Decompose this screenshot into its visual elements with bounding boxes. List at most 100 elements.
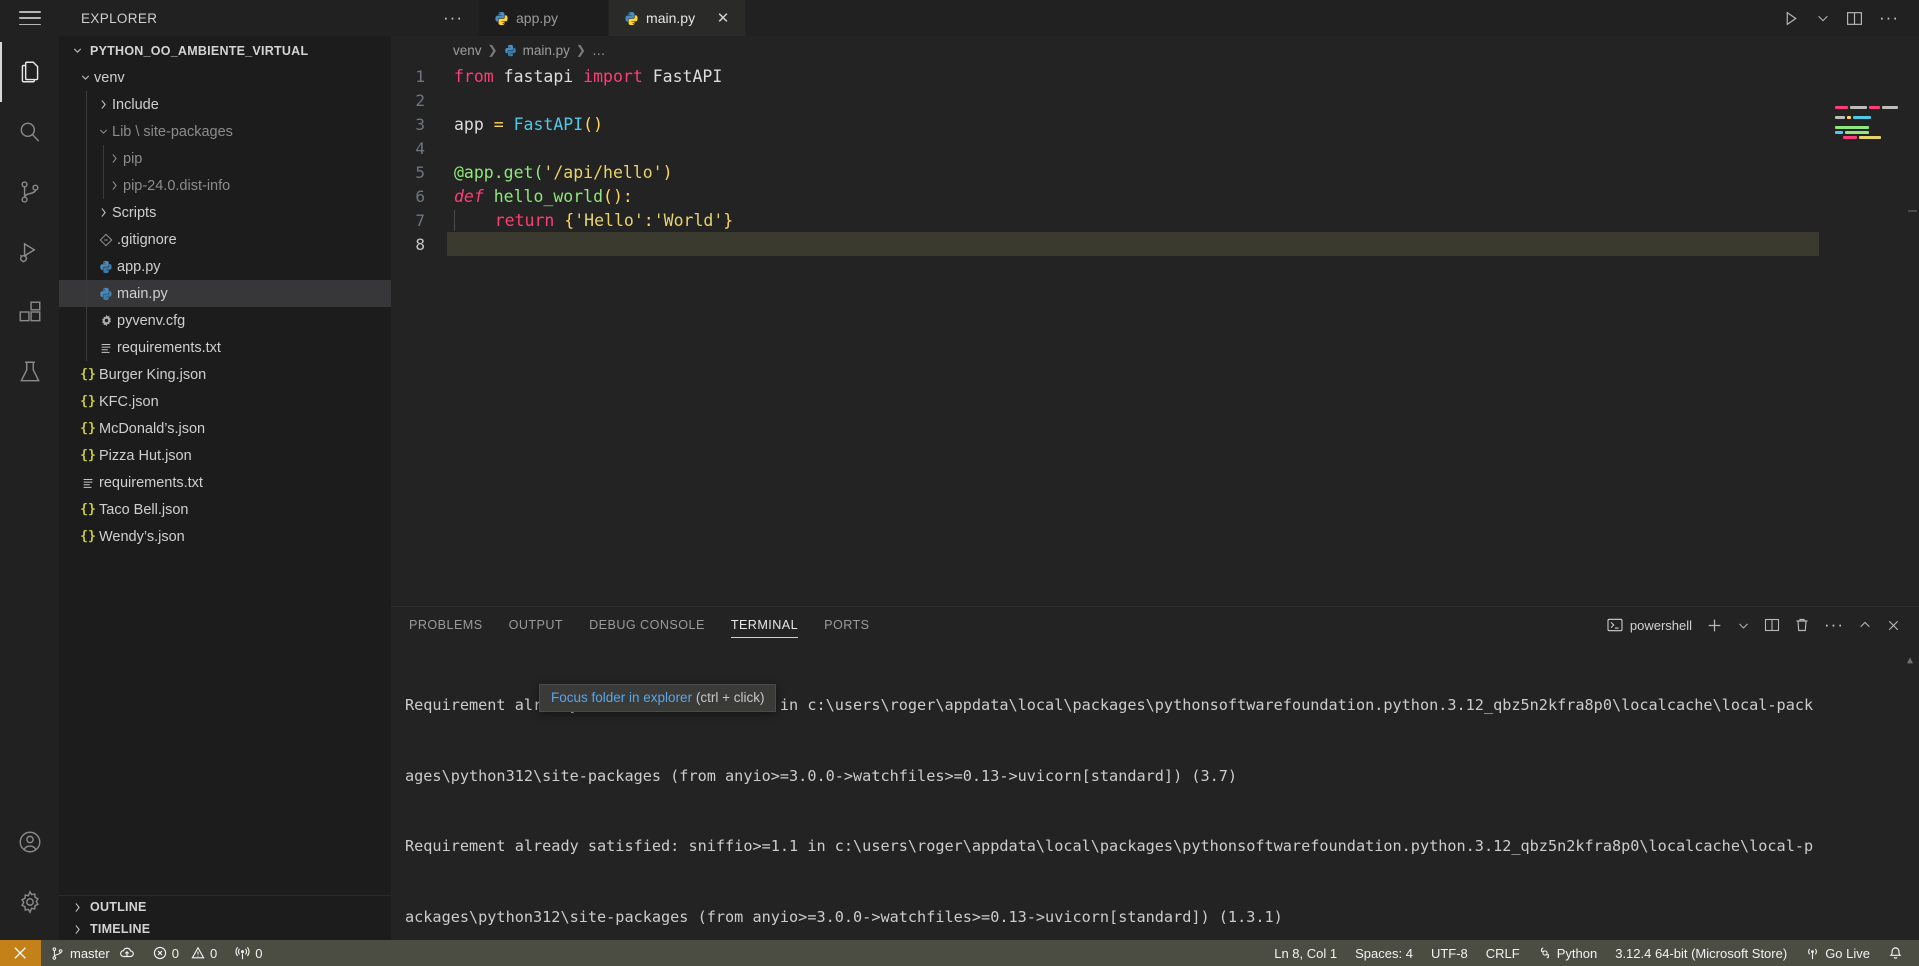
tree-item-mcdonalds-json[interactable]: {} McDonald’s.json xyxy=(59,415,391,442)
breadcrumb-item-more[interactable]: … xyxy=(592,43,606,58)
explorer-root-folder[interactable]: PYTHON_OO_AMBIENTE_VIRTUAL xyxy=(59,37,391,64)
terminal-shell-selector[interactable]: powershell xyxy=(1607,618,1692,633)
terminal-more-actions-icon[interactable]: ··· xyxy=(1824,616,1844,633)
tree-item-venv[interactable]: venv xyxy=(59,64,391,91)
activitybar-item-manage[interactable] xyxy=(0,872,59,932)
sidebar-bottom-sections: OUTLINE TIMELINE xyxy=(59,895,391,940)
tree-item-burger-king-json[interactable]: {} Burger King.json xyxy=(59,361,391,388)
tab-label: app.py xyxy=(516,10,559,26)
json-file-icon: {} xyxy=(80,394,96,409)
editor-minimap[interactable] xyxy=(1835,106,1905,141)
split-terminal-icon[interactable] xyxy=(1764,617,1780,633)
tree-item-kfc-json[interactable]: {} KFC.json xyxy=(59,388,391,415)
explorer-file-tree: PYTHON_OO_AMBIENTE_VIRTUAL venv Include xyxy=(59,36,391,895)
split-editor-icon[interactable] xyxy=(1846,10,1863,27)
status-indentation[interactable]: Spaces: 4 xyxy=(1346,940,1422,966)
status-branch[interactable]: master xyxy=(41,940,144,966)
tab-main-py[interactable]: main.py ✕ xyxy=(609,0,747,36)
token-from: from xyxy=(454,66,494,86)
tree-item-app-py[interactable]: app.py xyxy=(59,253,391,280)
breadcrumb-item-venv[interactable]: venv xyxy=(453,43,482,58)
activitybar-item-source-control[interactable] xyxy=(0,162,59,222)
editor-more-actions-icon[interactable]: ··· xyxy=(1879,9,1899,26)
tree-item-pip[interactable]: pip xyxy=(59,145,391,172)
terminal-dropdown-icon[interactable] xyxy=(1737,619,1750,632)
sidebar-section-timeline[interactable]: TIMELINE xyxy=(59,918,391,940)
run-python-file-icon[interactable] xyxy=(1783,10,1800,27)
editor-scrollbar[interactable] xyxy=(1905,92,1919,606)
beaker-icon xyxy=(17,359,43,385)
tab-app-py[interactable]: app.py ✕ xyxy=(479,0,610,36)
code-text: app = FastAPI() xyxy=(447,115,603,134)
activitybar-item-search[interactable] xyxy=(0,102,59,162)
line-number: 8 xyxy=(415,234,425,254)
activitybar-item-extensions[interactable] xyxy=(0,282,59,342)
tab-terminal[interactable]: TERMINAL xyxy=(730,607,799,643)
close-panel-icon[interactable] xyxy=(1886,618,1901,633)
hamburger-icon[interactable] xyxy=(18,11,41,25)
token-decorator-close: ) xyxy=(662,162,673,182)
tree-item-pyvenv-cfg[interactable]: pyvenv.cfg xyxy=(59,307,391,334)
chevron-right-icon xyxy=(69,923,86,936)
section-label: OUTLINE xyxy=(90,900,147,914)
tree-item-include[interactable]: Include xyxy=(59,91,391,118)
tree-item-gitignore[interactable]: .gitignore xyxy=(59,226,391,253)
status-interpreter[interactable]: 3.12.4 64-bit (Microsoft Store) xyxy=(1606,940,1796,966)
new-terminal-icon[interactable] xyxy=(1706,617,1723,634)
tab-close-icon[interactable]: ✕ xyxy=(716,9,730,27)
token-return: return xyxy=(494,210,555,230)
status-remote-button[interactable] xyxy=(0,940,41,966)
tree-item-label: Include xyxy=(112,96,159,113)
status-problems[interactable]: 0 0 xyxy=(144,940,226,966)
tree-item-pizza-hut-json[interactable]: {} Pizza Hut.json xyxy=(59,442,391,469)
tree-item-label: .gitignore xyxy=(117,231,177,248)
source-control-icon xyxy=(50,946,65,961)
chevron-right-icon xyxy=(106,152,123,165)
activitybar-item-accounts[interactable] xyxy=(0,812,59,872)
code-editor[interactable]: 1 from fastapi import FastAPI 2 3 app = … xyxy=(391,64,1919,606)
breadcrumb-item-main-py[interactable]: main.py xyxy=(523,43,570,58)
status-go-live[interactable]: Go Live xyxy=(1796,940,1879,966)
tab-ports[interactable]: PORTS xyxy=(824,607,869,643)
explorer-more-actions-icon[interactable]: ··· xyxy=(443,9,463,26)
tree-item-requirements-txt-venv[interactable]: requirements.txt xyxy=(59,334,391,361)
token-parens: () xyxy=(583,114,604,134)
tree-item-wendys-json[interactable]: {} Wendy’s.json xyxy=(59,523,391,550)
chevron-down-icon[interactable] xyxy=(1816,11,1830,25)
activitybar-item-explorer[interactable] xyxy=(0,42,59,102)
tab-output[interactable]: OUTPUT xyxy=(509,607,563,643)
terminal-line: Requirement already satisfied: sniffio>=… xyxy=(405,837,1814,855)
tree-item-main-py[interactable]: main.py xyxy=(59,280,391,307)
status-ports[interactable]: 0 xyxy=(226,940,271,966)
tab-problems[interactable]: PROBLEMS xyxy=(409,607,483,643)
tree-item-label: KFC.json xyxy=(99,393,159,410)
explorer-title-bar: EXPLORER ··· xyxy=(59,9,479,26)
token-function-name: hello_world xyxy=(483,186,604,206)
status-encoding[interactable]: UTF-8 xyxy=(1422,940,1477,966)
tab-debug-console[interactable]: DEBUG CONSOLE xyxy=(589,607,705,643)
tree-item-taco-bell-json[interactable]: {} Taco Bell.json xyxy=(59,496,391,523)
tree-item-scripts[interactable]: Scripts xyxy=(59,199,391,226)
sidebar-section-outline[interactable]: OUTLINE xyxy=(59,896,391,918)
status-notifications[interactable] xyxy=(1879,940,1919,966)
token-decorator: @app.get( xyxy=(454,162,544,182)
maximize-panel-icon[interactable] xyxy=(1858,618,1872,632)
activitybar-item-testing[interactable] xyxy=(0,342,59,402)
tree-item-requirements-txt-root[interactable]: requirements.txt xyxy=(59,469,391,496)
text-file-icon xyxy=(95,341,117,355)
activitybar-item-run-and-debug[interactable] xyxy=(0,222,59,282)
json-file-icon: {} xyxy=(80,529,96,544)
panel-tab-label: DEBUG CONSOLE xyxy=(589,618,705,632)
terminal-icon xyxy=(1607,618,1623,632)
chevron-right-icon xyxy=(69,901,86,914)
status-language-mode[interactable]: Python xyxy=(1529,940,1606,966)
warning-icon xyxy=(191,946,205,960)
tree-item-lib-site-packages[interactable]: Lib \ site-packages xyxy=(59,118,391,145)
terminal-scrollbar[interactable]: ▲ xyxy=(1907,647,1916,673)
explorer-title: EXPLORER xyxy=(81,10,158,26)
status-eol[interactable]: CRLF xyxy=(1477,940,1529,966)
kill-terminal-icon[interactable] xyxy=(1794,617,1810,633)
terminal-line: ages\python312\site-packages (from anyio… xyxy=(405,766,1238,785)
status-cursor-position[interactable]: Ln 8, Col 1 xyxy=(1265,940,1346,966)
tree-item-pip-dist-info[interactable]: pip-24.0.dist-info xyxy=(59,172,391,199)
